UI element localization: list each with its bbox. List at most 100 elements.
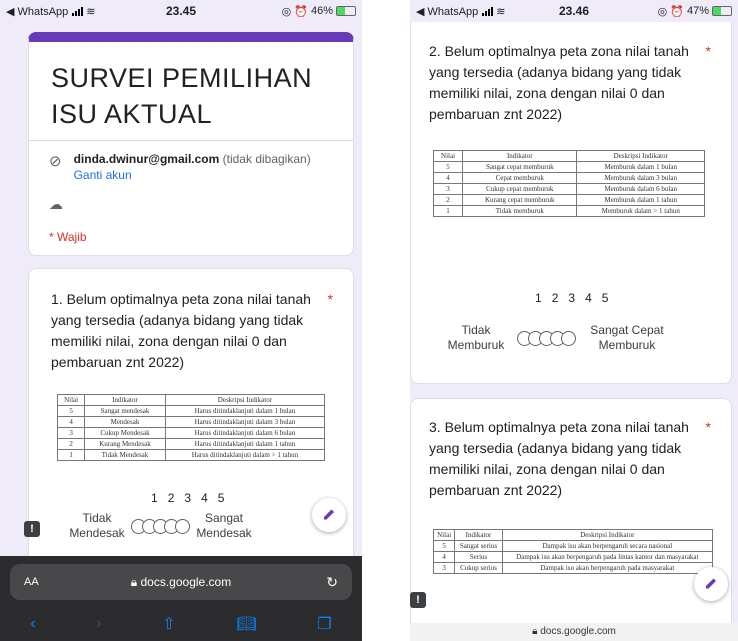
back-to-whatsapp[interactable]: ◀ WhatsApp [416,5,478,18]
table-cell: Sangat mendesak [84,405,166,417]
question-1-card: 1. Belum optimalnya peta zona nilai tana… [28,268,354,588]
cloud-saved-icon: ☁ [49,196,63,212]
table-row: 5 Sangat cepat memburuk Memburuk dalam 1 b… [432,161,705,173]
battery-percent: 46% [310,5,333,17]
reload-icon[interactable]: ↻ [326,574,338,591]
table-cell: Harus ditindaklanjuti dalam 3 bulan [164,416,326,428]
table-cell: 4 [432,172,464,184]
scale-number: 3 [184,491,192,505]
back-arrow-icon[interactable]: ‹ [30,615,35,633]
scale-number: 4 [201,491,208,505]
table-cell: Mendesak [84,416,166,428]
table-cell: Kurang cepat memburuk [462,194,578,206]
table-cell: Serius [454,551,503,563]
table-cell: Dampak isu akan berpengaruh secara nasio… [501,540,714,552]
table-cell: Sangat serius [454,540,503,552]
table-cell: Cukup cepat memburuk [462,183,578,195]
clock: 23.45 [165,4,197,18]
table-cell: 5 [432,161,464,173]
table-cell: Kurang Mendesak [84,438,166,450]
table-cell: Memburuk dalam 3 bulan [576,172,705,184]
compact-address-bar[interactable]: 🔒︎ docs.google.com [410,623,738,641]
table-row: 5 Sangat serius Dampak isu akan berpengaru… [432,540,714,552]
table-cell: 5 [56,405,86,417]
table-header: Indikator [84,394,166,406]
table-cell: 3 [56,427,86,439]
table-row: 4 Cepat memburuk Memburuk dalam 3 bulan [432,172,705,184]
edit-button[interactable] [694,567,728,601]
wifi-icon: ≋ [496,5,506,18]
browser-toolbar: ‹ › ⇧ 📖︎ ❐ [0,610,362,638]
table-row: 1 Tidak memburuk Memburuk dalam > 1 tahun [432,205,705,217]
scale-high-label: Sangat Cepat Memburuk [590,323,664,352]
address-bar[interactable]: AA 🔒︎ docs.google.com ↻ [10,564,352,600]
alarm-icon: ⏰ [670,5,684,18]
required-note: * Wajib [49,230,87,244]
question-3-card: 3. Belum optimalnya peta zona nilai tana… [410,398,732,638]
required-star: * [705,419,711,435]
table-row: 1 Tidak Mendesak Harus ditindaklanjuti dal… [56,449,326,461]
scale-number: 2 [551,291,559,305]
table-cell: Harus ditindaklanjuti dalam 6 bulan [164,427,326,439]
report-icon[interactable]: ! [410,592,426,608]
table-row: 2 Kurang cepat memburuk Memburuk dalam 1 t… [432,194,705,206]
lock-icon: 🔒︎ [532,626,538,637]
table-cell: 4 [432,551,456,563]
indicator-table: Nilai Indikator Deskripsi Indikator 5 Sangat… [432,150,705,217]
scale-high-label: Sangat Mendesak [196,511,252,540]
share-icon[interactable]: ⇧ [162,614,175,634]
form-header-card: SURVEI PEMILIHAN ISU AKTUAL ⊘ dinda.dwin… [28,32,354,256]
table-header: Deskripsi Indikator [164,394,326,406]
question-3-text: 3. Belum optimalnya peta zona nilai tana… [429,419,689,498]
question-2-card: 2. Belum optimalnya peta zona nilai tana… [410,0,732,384]
status-bar: ◀ WhatsApp ≋ 23.45 ◎ ⏰ 46% [0,0,362,22]
rating-radio-group[interactable] [517,330,576,346]
table-row: 2 Kurang Mendesak Harus ditindaklanjuti da… [56,438,326,450]
lock-icon: 🔒︎ [130,574,138,589]
table-cell: Harus ditindaklanjuti dalam > 1 tahun [164,449,326,461]
battery-icon [336,6,356,16]
table-cell: Memburuk dalam 1 bulan [576,161,705,173]
edit-button[interactable] [312,498,346,532]
scale-numbers: 12345 [535,291,608,305]
table-row: 5 Sangat mendesak Harus ditindaklanjuti da… [56,405,326,417]
question-2-text: 2. Belum optimalnya peta zona nilai tana… [429,43,689,122]
table-cell: 3 [432,183,464,195]
table-header: Deskripsi Indikator [501,529,714,541]
tabs-icon[interactable]: ❐ [317,614,331,634]
table-row: 3 Cukup Mendesak Harus ditindaklanjuti dal… [56,427,326,439]
table-cell: Dampak isu akan berpengaruh pada masyara… [501,562,714,574]
location-icon: ◎ [657,5,668,18]
scale-number: 1 [151,491,158,505]
battery-percent: 47% [686,5,709,17]
scale-number: 4 [585,291,592,305]
table-header: Deskripsi Indikator [576,150,705,162]
table-cell: 3 [432,562,456,574]
table-cell: 5 [432,540,456,552]
browser-bar: AA 🔒︎ docs.google.com ↻ ‹ › ⇧ 📖︎ ❐ [0,556,362,641]
alarm-icon: ⏰ [294,5,308,18]
table-row: 4 Serius Dampak isu akan berpengaruh pada … [432,551,714,563]
rating-radio-5[interactable] [561,330,576,346]
table-header: Indikator [462,150,578,162]
scale-low-label: Tidak Mendesak [69,511,125,540]
scale-number: 5 [601,291,609,305]
table-cell: Memburuk dalam 6 bulan [576,183,705,195]
rating-radio-group[interactable] [131,518,190,534]
scale-number: 1 [535,291,542,305]
table-row: 3 Cukup serius Dampak isu akan berpengaruh… [432,562,714,574]
back-to-whatsapp[interactable]: ◀ WhatsApp [6,5,68,18]
required-star: * [327,291,333,307]
table-cell: 2 [432,194,464,206]
scale-number: 3 [568,291,576,305]
required-star: * [705,43,711,59]
scale-number: 5 [217,491,225,505]
rating-radio-5[interactable] [175,518,190,534]
scale-low-label: Tidak Memburuk [447,323,505,352]
forward-arrow-icon[interactable]: › [96,615,101,633]
table-cell: Cukup serius [454,562,503,574]
switch-account-link[interactable]: Ganti akun [74,168,311,182]
bookmarks-icon[interactable]: 📖︎ [236,614,256,634]
report-icon[interactable]: ! [24,521,40,537]
table-cell: Harus ditindaklanjuti dalam 1 tahun [164,438,326,450]
